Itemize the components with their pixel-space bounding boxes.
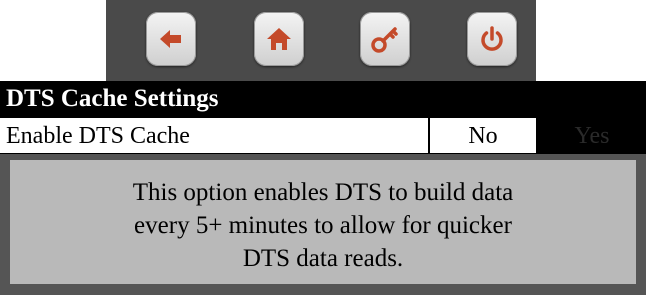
arrow-left-icon — [160, 30, 181, 48]
description-line: every 5+ minutes to allow for quicker — [134, 212, 512, 239]
description-text: This option enables DTS to build data ev… — [10, 160, 636, 284]
description-line: DTS data reads. — [242, 245, 404, 272]
page-title: DTS Cache Settings — [0, 81, 646, 117]
top-navigation-bar — [0, 0, 646, 81]
setting-label: Enable DTS Cache — [0, 118, 428, 153]
description-panel: This option enables DTS to build data ev… — [0, 154, 646, 295]
back-button[interactable] — [146, 12, 196, 66]
option-yes-button[interactable]: Yes — [538, 118, 646, 153]
description-line: This option enables DTS to build data — [132, 179, 514, 206]
setting-row-enable-dts-cache: Enable DTS Cache No Yes — [0, 117, 646, 154]
key-button[interactable] — [360, 12, 410, 66]
option-no-button[interactable]: No — [430, 118, 536, 153]
power-icon — [481, 26, 503, 51]
power-button[interactable] — [467, 12, 517, 66]
home-icon — [267, 28, 291, 50]
key-icon — [371, 27, 398, 53]
home-button[interactable] — [254, 12, 304, 66]
